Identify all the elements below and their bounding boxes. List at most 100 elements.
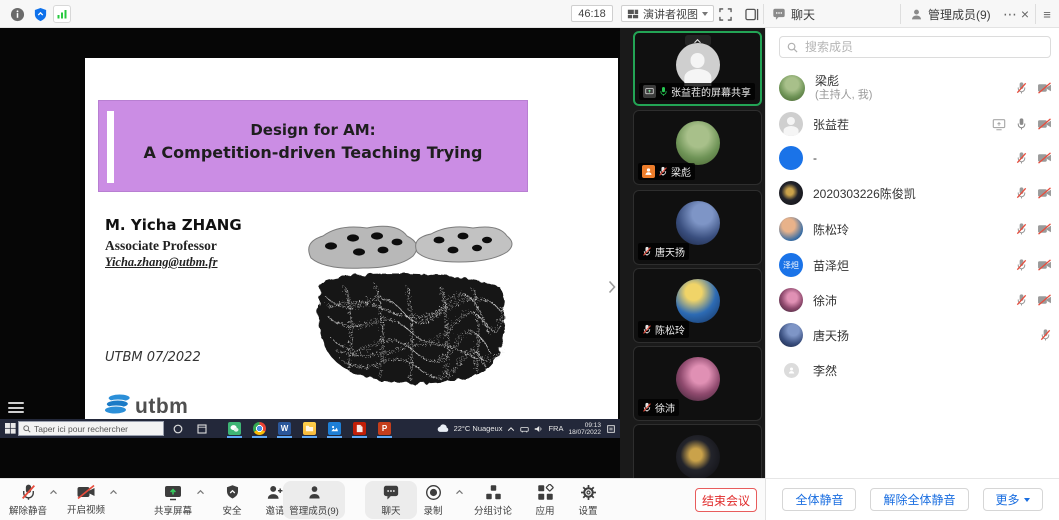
file-explorer-icon[interactable] [303, 422, 316, 435]
mic-muted-icon[interactable] [1015, 81, 1028, 95]
acrobat-app-icon[interactable] [353, 422, 366, 435]
camera-off-icon[interactable] [1037, 118, 1052, 130]
side-panel-toggle-icon[interactable] [743, 5, 761, 23]
slide-title-line2: A Competition-driven Teaching Trying [99, 143, 527, 162]
avatar [779, 181, 803, 205]
mic-muted-icon[interactable] [1015, 258, 1028, 272]
avatar [676, 435, 720, 478]
end-meeting-button[interactable]: 结束会议 [695, 488, 757, 512]
camera-off-icon[interactable] [1037, 294, 1052, 306]
meeting-timer: 46:18 [571, 5, 613, 22]
divider [763, 4, 764, 24]
utbm-logo-text: utbm [135, 397, 188, 417]
word-app-icon[interactable]: W [278, 422, 291, 435]
audio-options-chevron[interactable] [49, 489, 58, 495]
keyboard-language[interactable]: FRA [548, 424, 563, 433]
members-panel: 梁彪 (主持人, 我) 张益茬 - [765, 28, 1059, 478]
fullscreen-icon[interactable] [716, 5, 734, 23]
presenter-menu-icon[interactable] [8, 402, 24, 413]
active-app-underline [277, 436, 292, 438]
taskbar-clock[interactable]: 09:13 18/07/2022 [568, 422, 601, 436]
meeting-toolbar: 解除静音 开启视频 共享屏幕 安全 邀请 管理成员(9) 聊天 [0, 478, 765, 520]
member-row[interactable]: 陈松玲 [779, 214, 1052, 244]
mute-all-button[interactable]: 全体静音 [782, 488, 856, 511]
avatar [676, 43, 720, 87]
member-row[interactable]: 泽炟 苗泽炟 [779, 250, 1052, 280]
member-row[interactable]: 李然 [779, 355, 1052, 385]
network-icon[interactable] [520, 425, 529, 433]
member-search-box[interactable] [779, 36, 1051, 58]
unmute-button[interactable]: 解除静音 [2, 481, 54, 519]
collapse-thumbnails-chevron[interactable] [605, 276, 619, 298]
member-row[interactable]: 徐沛 [779, 285, 1052, 315]
start-video-label: 开启视频 [67, 502, 105, 516]
cortana-icon[interactable] [173, 424, 183, 434]
weather-text[interactable]: 22°C Nuageux [454, 424, 503, 433]
network-signal-icon[interactable] [53, 5, 71, 23]
thumbnail-participant[interactable]: 2020303226陈俊凯 [633, 424, 762, 478]
member-row[interactable]: - [779, 143, 1052, 173]
tray-expand-icon[interactable] [507, 426, 515, 432]
thumbnail-screen-share[interactable]: 张益茬的屏幕共享 [633, 31, 762, 106]
screen-share-icon [643, 85, 656, 98]
panel-close-button[interactable]: × [1017, 0, 1033, 28]
member-row[interactable]: 梁彪 (主持人, 我) [779, 71, 1052, 105]
camera-off-icon[interactable] [1037, 82, 1052, 94]
chrome-app-icon[interactable] [253, 422, 266, 435]
photos-app-icon[interactable] [328, 422, 341, 435]
thumbnail-participant[interactable]: 陈松玲 [633, 268, 762, 343]
lattice-structure-image [293, 224, 515, 392]
taskbar-search-box[interactable]: Taper ici pour rechercher [18, 421, 164, 436]
camera-off-icon[interactable] [1037, 152, 1052, 164]
avatar [676, 279, 720, 323]
member-row[interactable]: 张益茬 [779, 109, 1052, 139]
chat-panel-header[interactable]: 聊天 [772, 0, 815, 28]
breakout-rooms-button[interactable]: 分组讨论 [462, 481, 524, 519]
record-button[interactable]: 录制 [407, 481, 459, 519]
members-panel-header[interactable]: 管理成员(9) [910, 0, 991, 28]
thumbnail-participant[interactable]: 唐天扬 [633, 190, 762, 265]
thumbnail-participant[interactable]: 徐沛 [633, 346, 762, 421]
sharing-screen-icon[interactable] [992, 118, 1006, 131]
unmute-all-button[interactable]: 解除全体静音 [870, 488, 968, 511]
encryption-shield-icon[interactable] [31, 5, 49, 23]
camera-off-icon[interactable] [1037, 187, 1052, 199]
mic-muted-icon[interactable] [1015, 151, 1028, 165]
start-video-button[interactable]: 开启视频 [60, 481, 112, 519]
speaker-icon[interactable] [534, 425, 543, 433]
share-screen-button[interactable]: 共享屏幕 [147, 481, 199, 519]
avatar [676, 201, 720, 245]
gear-icon [580, 484, 597, 501]
member-name: 苗泽炟 [813, 257, 1005, 274]
members-panel-title: 管理成员(9) [928, 6, 991, 23]
mic-on-icon[interactable] [1015, 117, 1028, 131]
windows-start-icon[interactable] [5, 423, 16, 434]
manage-members-button[interactable]: 管理成员(9) [283, 481, 345, 519]
task-view-icon[interactable] [197, 424, 207, 434]
camera-off-icon[interactable] [1037, 223, 1052, 235]
member-row[interactable]: 唐天扬 [779, 320, 1052, 350]
share-options-chevron[interactable] [196, 489, 205, 495]
notification-center-icon[interactable] [606, 424, 616, 434]
app-menu-button[interactable]: ≡ [1039, 0, 1055, 28]
more-actions-button[interactable]: 更多 [983, 488, 1043, 511]
thumbnail-participant[interactable]: 梁彪 [633, 110, 762, 185]
meeting-info-icon[interactable] [8, 5, 26, 23]
view-mode-dropdown[interactable]: 演讲者视图 [621, 5, 714, 22]
settings-button[interactable]: 设置 [562, 481, 614, 519]
mic-muted-icon[interactable] [1039, 328, 1052, 342]
apps-label: 应用 [535, 503, 554, 517]
wechat-app-icon[interactable] [228, 422, 241, 435]
member-search-input[interactable] [803, 39, 1043, 55]
mic-muted-icon[interactable] [1015, 186, 1028, 200]
powerpoint-app-icon[interactable]: P [378, 422, 391, 435]
chat-icon [772, 7, 786, 21]
mic-muted-icon[interactable] [1015, 222, 1028, 236]
thumbnail-label: 唐天扬 [638, 243, 689, 260]
mic-muted-icon[interactable] [1015, 293, 1028, 307]
member-row[interactable]: 2020303226陈俊凯 [779, 178, 1052, 208]
video-options-chevron[interactable] [109, 489, 118, 495]
chat-icon [382, 484, 400, 501]
camera-off-icon[interactable] [1037, 259, 1052, 271]
thumbnail-label: 徐沛 [638, 399, 679, 416]
